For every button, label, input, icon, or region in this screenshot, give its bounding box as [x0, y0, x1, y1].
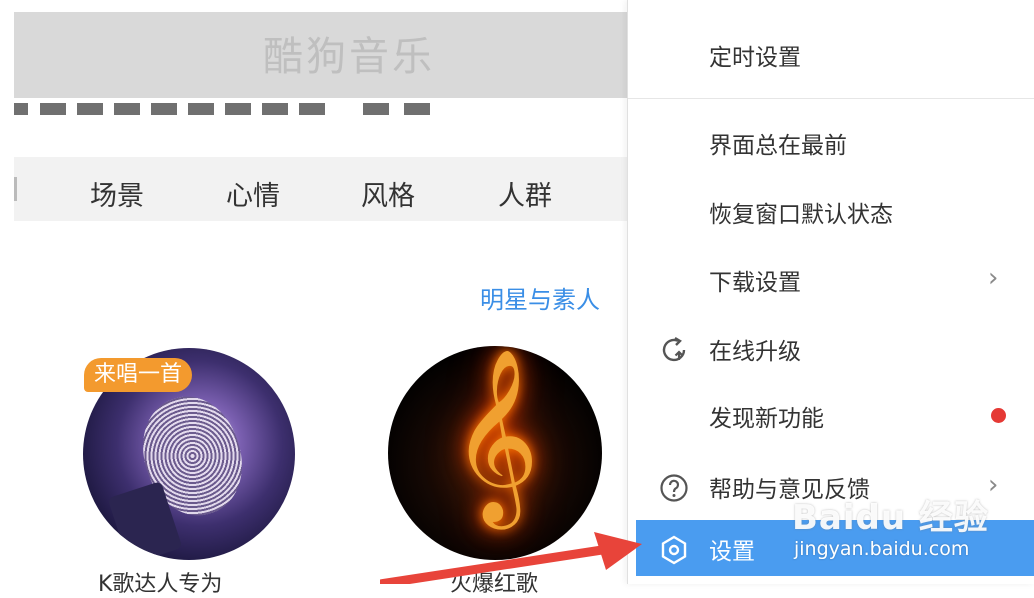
baidu-watermark-url: jingyan.baidu.com [794, 538, 970, 560]
menu-item-label: 界面总在最前 [709, 133, 847, 159]
help-icon [658, 472, 690, 504]
card-title[interactable]: K歌达人专为 [98, 566, 222, 598]
menu-item-restore-window[interactable]: 恢复窗口默认状态 [628, 183, 1034, 239]
nav-item-scene[interactable]: 场景 [90, 174, 144, 213]
category-nav: 场景 心情 风格 人群 [14, 157, 627, 221]
app-title: 酷狗音乐 [263, 34, 435, 80]
nav-item-crowd[interactable]: 人群 [498, 174, 552, 213]
nav-item-style[interactable]: 风格 [361, 174, 415, 213]
menu-item-always-on-top[interactable]: 界面总在最前 [628, 114, 1034, 170]
baidu-watermark-logo: Baidu 经验 [792, 498, 989, 538]
menu-item-label: 在线升级 [709, 339, 801, 365]
menu-item-label: 发现新功能 [709, 406, 824, 432]
menu-item-download-settings[interactable]: 下载设置 › [628, 251, 1034, 307]
app-header: 酷狗音乐 [14, 12, 627, 98]
upgrade-icon [658, 334, 690, 366]
new-indicator-dot [991, 408, 1006, 423]
annotation-arrow [380, 532, 642, 584]
sing-badge: 来唱一首 [84, 358, 193, 392]
settings-icon [658, 534, 690, 566]
chevron-right-icon: › [988, 263, 999, 293]
nav-overflow-edge [14, 177, 17, 201]
header-placeholder-bar [14, 103, 627, 115]
chevron-right-icon: › [988, 470, 999, 500]
menu-item-online-upgrade[interactable]: 在线升级 [628, 320, 1034, 376]
menu-item-label: 定时设置 [709, 45, 801, 71]
treble-clef-icon: 𝄞 [450, 348, 540, 522]
menu-item-label: 设置 [709, 539, 755, 565]
menu-item-new-features[interactable]: 发现新功能 [628, 387, 1034, 443]
nav-item-mood[interactable]: 心情 [226, 174, 280, 213]
menu-item-label: 恢复窗口默认状态 [709, 202, 893, 228]
section-link[interactable]: 明星与素人 [480, 280, 600, 315]
menu-item-label: 下载设置 [709, 270, 801, 296]
treble-clef-fire-thumbnail[interactable]: 𝄞 [388, 346, 602, 560]
menu-divider [628, 98, 1034, 99]
menu-item-timer[interactable]: 定时设置 [628, 26, 1034, 82]
